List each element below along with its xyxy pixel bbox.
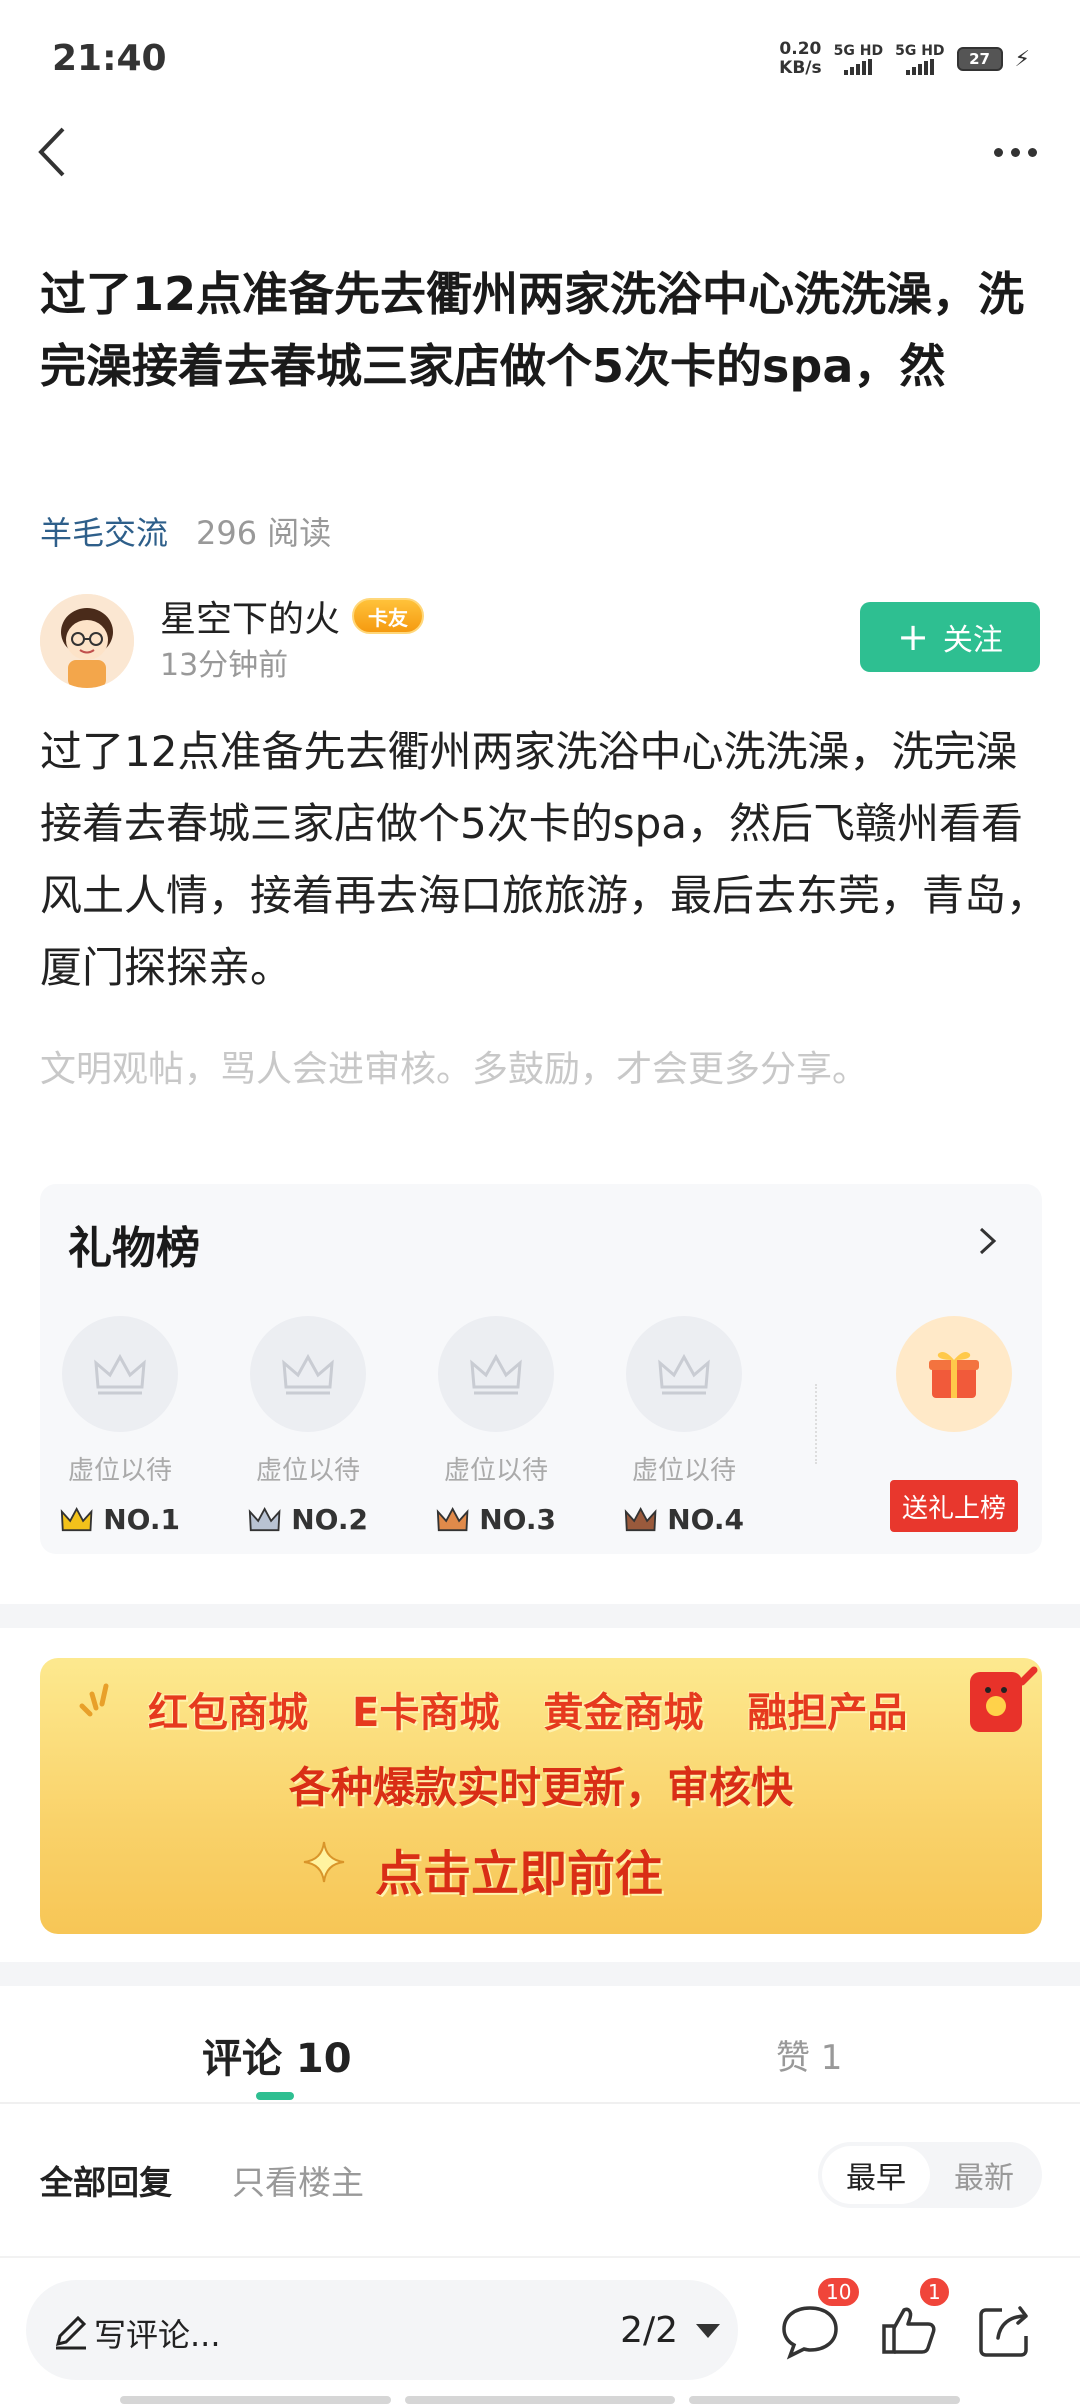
topic-link[interactable]: 羊毛交流 [40,508,168,554]
author-name[interactable]: 星空下的火 卡友 [160,590,425,642]
crown-icon [94,1353,146,1395]
comment-tabs: 评论 10 赞 1 [0,1986,1080,2104]
share-button[interactable] [974,2298,1038,2362]
section-separator [0,1604,1080,1628]
gesture-bar [120,2396,961,2404]
member-badge: 卡友 [352,598,425,634]
rank-crown-icon [436,1506,469,1531]
caret-down-icon[interactable] [696,2324,720,2338]
avatar[interactable] [40,594,134,688]
tab-comments[interactable]: 评论 10 [202,2026,352,2084]
tab-likes[interactable]: 赞 1 [776,2030,842,2079]
like-button[interactable]: 1 [878,2276,951,2362]
status-indicators: 0.20 KB/s 5G HD 5G HD 27 ⚡ [779,40,1030,78]
red-envelope-mascot-icon [970,1666,1038,1732]
post-title: 过了12点准备先去衢州两家洗浴中心洗洗澡，洗完澡接着去春城三家店做个5次卡的sp… [40,267,1025,393]
section-separator [0,1962,1080,1986]
crown-icon [282,1353,334,1395]
read-count: 296 阅读 [196,514,332,552]
write-comment-input[interactable]: 写评论... 2/2 [26,2280,738,2380]
sort-latest[interactable]: 最新 [930,2146,1038,2204]
rank-crown-icon [60,1506,93,1531]
charging-icon: ⚡ [1014,46,1030,72]
star-sparkle-icon [303,1841,345,1883]
gift-box-icon[interactable] [896,1316,1012,1432]
promo-banner[interactable]: 红包商城 E卡商城 黄金商城 融担产品 各种爆款实时更新，审核快 点击立即前往 [40,1658,1042,1934]
network-speed: 0.20 KB/s [779,39,822,78]
pencil-icon [55,2315,87,2350]
gift-board: 礼物榜 虚位以待 NO.1 虚位以待 NO.2 虚位以待 NO.3 虚位以待 N… [40,1184,1042,1554]
gift-slot[interactable]: 虚位以待 NO.2 [248,1316,368,1536]
gift-slot[interactable]: 虚位以待 NO.1 [60,1316,180,1536]
active-tab-indicator [256,2092,294,2100]
plus-icon: + [897,615,929,659]
page-indicator[interactable]: 2/2 [620,2310,678,2351]
crown-icon [658,1353,710,1395]
gift-board-title: 礼物榜 [68,1223,200,1274]
banner-subtitle: 各种爆款实时更新，审核快 [288,1763,793,1812]
author-row: 星空下的火 卡友 13分钟前 + 关注 [40,590,1040,690]
chevron-left-icon [38,127,65,177]
post-body: 过了12点准备先去衢州两家洗浴中心洗洗澡，洗完澡接着去春城三家店做个5次卡的sp… [40,727,1049,992]
share-icon [979,2306,1028,2357]
comment-button[interactable]: 10 [778,2276,862,2362]
send-gift-button[interactable]: 送礼上榜 [890,1480,1018,1532]
sort-toggle: 最早 最新 [818,2142,1042,2208]
sort-earliest[interactable]: 最早 [822,2146,930,2204]
post-meta: 羊毛交流 296 阅读 [40,508,331,554]
status-time: 21:40 [52,38,167,79]
comment-count-badge: 10 [816,2276,862,2308]
rank-crown-icon [248,1506,281,1531]
filter-all-replies[interactable]: 全部回复 [40,2156,172,2204]
bottom-action-bar: 写评论... 2/2 10 1 [0,2256,1080,2408]
sim1-signal-icon: 5G HD [834,43,883,75]
banner-items: 红包商城 E卡商城 黄金商城 融担产品 [148,1690,908,1736]
gift-slot[interactable]: 虚位以待 NO.3 [436,1316,556,1536]
sparkle-lines-icon [79,1683,109,1717]
status-bar: 21:40 0.20 KB/s 5G HD 5G HD 27 ⚡ [0,0,1080,120]
post-time: 13分钟前 [160,648,289,683]
like-count-badge: 1 [918,2276,951,2308]
chevron-right-icon[interactable] [972,1226,1002,1256]
comment-filter: 全部回复 只看楼主 最早 最新 [0,2106,1080,2256]
sim2-signal-icon: 5G HD [895,43,945,75]
more-dot-icon [1027,147,1037,157]
more-dot-icon [993,147,1003,157]
banner-cta: 点击立即前往 [375,1846,664,1902]
avatar-illustration-icon [40,594,134,688]
divider [815,1384,817,1464]
filter-op-only[interactable]: 只看楼主 [232,2156,364,2204]
more-options-button[interactable] [980,122,1050,182]
civility-hint: 文明观帖，骂人会进审核。多鼓励，才会更多分享。 [40,1049,869,1090]
battery-icon: 27 [956,47,1003,71]
follow-button[interactable]: + 关注 [860,602,1040,672]
crown-icon [470,1353,522,1395]
more-dot-icon [1010,147,1020,157]
back-button[interactable] [22,122,82,182]
rank-crown-icon [624,1506,657,1531]
gift-slot[interactable]: 虚位以待 NO.4 [624,1316,744,1536]
